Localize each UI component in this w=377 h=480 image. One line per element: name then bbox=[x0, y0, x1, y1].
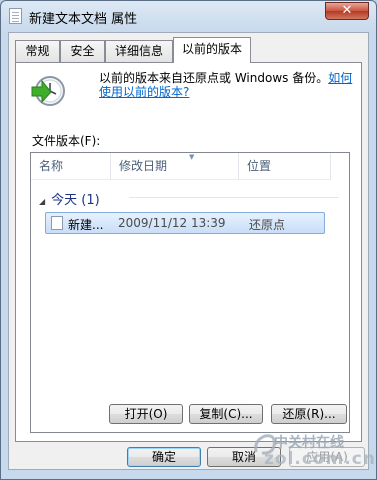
description-text: 以前的版本来自还原点或 Windows 备份。 bbox=[99, 71, 329, 85]
document-icon bbox=[9, 8, 22, 24]
tab-general[interactable]: 常规 bbox=[15, 40, 60, 62]
apply-button[interactable]: 应用(A) bbox=[289, 447, 365, 467]
tab-previous-versions[interactable]: 以前的版本 bbox=[173, 37, 251, 63]
group-label: 今天 (1) bbox=[51, 193, 100, 208]
properties-dialog: 新建文本文档 属性 ✕ 常规 安全 详细信息 以前的版本 以前的版本来自还原点或… bbox=[0, 0, 377, 480]
column-header-location[interactable]: 位置 bbox=[239, 153, 331, 180]
restore-button[interactable]: 还原(R)... bbox=[271, 404, 347, 424]
dialog-body: 常规 安全 详细信息 以前的版本 以前的版本来自还原点或 Windows 备份。… bbox=[8, 32, 369, 470]
open-button[interactable]: 打开(O) bbox=[109, 404, 183, 424]
file-versions-label: 文件版本(F): bbox=[32, 134, 101, 148]
file-versions-list[interactable]: 名称 修改日期 位置 ▼ ◢ 今天 (1) 新建... 2009/11/12 13… bbox=[30, 152, 350, 433]
close-icon: ✕ bbox=[341, 3, 353, 18]
close-button[interactable]: ✕ bbox=[325, 2, 369, 20]
group-divider bbox=[129, 197, 339, 198]
text-file-icon bbox=[51, 216, 63, 230]
sort-arrow-icon: ▼ bbox=[189, 153, 195, 161]
description: 以前的版本来自还原点或 Windows 备份。如何使用以前的版本? bbox=[99, 71, 357, 99]
group-header-today[interactable]: ◢ 今天 (1) bbox=[39, 189, 100, 208]
row-date: 2009/11/12 13:39 bbox=[118, 216, 226, 230]
row-name: 新建... bbox=[68, 218, 104, 232]
column-header-date-modified[interactable]: 修改日期 bbox=[111, 153, 239, 180]
copy-button[interactable]: 复制(C)... bbox=[189, 404, 263, 424]
cancel-button[interactable]: 取消 bbox=[207, 447, 281, 467]
restore-clock-icon bbox=[31, 76, 65, 106]
tab-security[interactable]: 安全 bbox=[60, 40, 105, 62]
title-bar[interactable]: 新建文本文档 属性 ✕ bbox=[1, 1, 376, 33]
ok-button[interactable]: 确定 bbox=[127, 447, 201, 467]
collapse-icon: ◢ bbox=[39, 197, 46, 206]
row-location: 还原点 bbox=[249, 218, 286, 232]
tab-details[interactable]: 详细信息 bbox=[105, 40, 173, 62]
list-item[interactable]: 新建... 2009/11/12 13:39 还原点 bbox=[45, 212, 325, 234]
window-title: 新建文本文档 属性 bbox=[29, 12, 138, 27]
previous-versions-panel: 以前的版本来自还原点或 Windows 备份。如何使用以前的版本? 文件版本(F… bbox=[15, 62, 362, 442]
column-header-name[interactable]: 名称 bbox=[31, 153, 111, 180]
